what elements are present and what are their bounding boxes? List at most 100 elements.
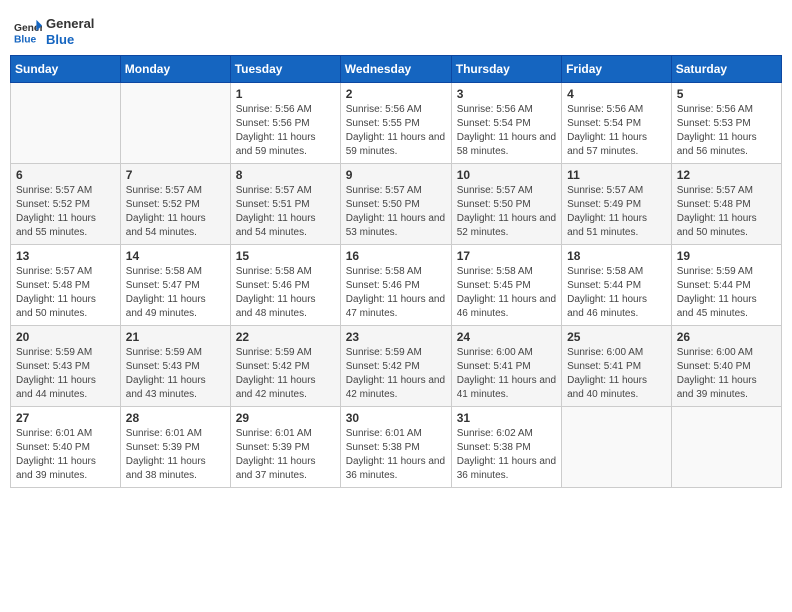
calendar-cell: 11Sunrise: 5:57 AM Sunset: 5:49 PM Dayli… [562,164,672,245]
day-info: Sunrise: 5:56 AM Sunset: 5:53 PM Dayligh… [677,103,776,159]
calendar-cell: 12 Sunrise: 5:57 AM Sunset: 5:48 PM Dayli… [671,164,781,245]
calendar-cell: 19 Sunrise: 5:59 AM Sunset: 5:44 PM Dayli… [671,245,781,326]
page-header: General Blue General Blue [10,10,782,47]
weekday-header-friday: Friday [562,56,672,83]
calendar-table: SundayMondayTuesdayWednesdayThursdayFrid… [10,55,782,488]
day-number: 3 [457,87,556,101]
day-info: Sunrise: 5:58 AM Sunset: 5:46 PM Dayligh… [236,265,335,321]
calendar-cell [11,83,121,164]
day-number: 28 [126,411,225,425]
day-info: Sunrise: 5:59 AM Sunset: 5:44 PM Dayligh… [677,265,776,321]
weekday-header-monday: Monday [120,56,230,83]
calendar-cell: 23Sunrise: 5:59 AM Sunset: 5:42 PM Dayli… [340,326,451,407]
day-info: Sunrise: 5:58 AM Sunset: 5:47 PM Dayligh… [126,265,225,321]
calendar-cell [120,83,230,164]
calendar-cell: 18 Sunrise: 5:58 AM Sunset: 5:44 PM Dayli… [562,245,672,326]
calendar-cell: 4 Sunrise: 5:56 AM Sunset: 5:54 PM Daylig… [562,83,672,164]
day-number: 15 [236,249,335,263]
day-number: 1 [236,87,335,101]
calendar-cell: 30 Sunrise: 6:01 AM Sunset: 5:38 PM Dayli… [340,407,451,488]
calendar-cell: 27 Sunrise: 6:01 AM Sunset: 5:40 PM Dayli… [11,407,121,488]
day-info: Sunrise: 6:00 AM Sunset: 5:40 PM Dayligh… [677,346,776,402]
day-number: 6 [16,168,115,182]
day-info: Sunrise: 6:01 AM Sunset: 5:39 PM Dayligh… [236,427,335,483]
weekday-header-tuesday: Tuesday [230,56,340,83]
day-number: 18 [567,249,666,263]
day-info: Sunrise: 5:59 AM Sunset: 5:42 PM Dayligh… [236,346,335,402]
day-info: Sunrise: 6:01 AM Sunset: 5:40 PM Dayligh… [16,427,115,483]
weekday-header-thursday: Thursday [451,56,561,83]
calendar-week-row: 13 Sunrise: 5:57 AM Sunset: 5:48 PM Dayli… [11,245,782,326]
day-number: 10 [457,168,556,182]
day-number: 12 [677,168,776,182]
calendar-week-row: 1Sunrise: 5:56 AM Sunset: 5:56 PM Daylig… [11,83,782,164]
logo-text-general: General [46,16,94,32]
day-info: Sunrise: 5:56 AM Sunset: 5:54 PM Dayligh… [457,103,556,159]
calendar-cell [671,407,781,488]
day-number: 2 [346,87,446,101]
calendar-week-row: 27 Sunrise: 6:01 AM Sunset: 5:40 PM Dayli… [11,407,782,488]
day-info: Sunrise: 5:56 AM Sunset: 5:54 PM Dayligh… [567,103,666,159]
logo-icon: General Blue [14,18,42,46]
day-info: Sunrise: 5:57 AM Sunset: 5:50 PM Dayligh… [457,184,556,240]
calendar-cell: 15 Sunrise: 5:58 AM Sunset: 5:46 PM Dayli… [230,245,340,326]
calendar-week-row: 6 Sunrise: 5:57 AM Sunset: 5:52 PM Daylig… [11,164,782,245]
day-number: 13 [16,249,115,263]
calendar-cell: 2 Sunrise: 5:56 AM Sunset: 5:55 PM Daylig… [340,83,451,164]
calendar-cell: 9Sunrise: 5:57 AM Sunset: 5:50 PM Daylig… [340,164,451,245]
day-number: 22 [236,330,335,344]
day-info: Sunrise: 6:01 AM Sunset: 5:38 PM Dayligh… [346,427,446,483]
day-info: Sunrise: 5:58 AM Sunset: 5:44 PM Dayligh… [567,265,666,321]
day-number: 4 [567,87,666,101]
calendar-cell: 1Sunrise: 5:56 AM Sunset: 5:56 PM Daylig… [230,83,340,164]
day-number: 24 [457,330,556,344]
day-number: 26 [677,330,776,344]
day-number: 8 [236,168,335,182]
weekday-header-wednesday: Wednesday [340,56,451,83]
weekday-header-saturday: Saturday [671,56,781,83]
calendar-body: 1Sunrise: 5:56 AM Sunset: 5:56 PM Daylig… [11,83,782,488]
day-number: 31 [457,411,556,425]
calendar-cell: 8 Sunrise: 5:57 AM Sunset: 5:51 PM Daylig… [230,164,340,245]
calendar-cell: 22 Sunrise: 5:59 AM Sunset: 5:42 PM Dayli… [230,326,340,407]
calendar-cell: 31 Sunrise: 6:02 AM Sunset: 5:38 PM Dayli… [451,407,561,488]
day-info: Sunrise: 6:01 AM Sunset: 5:39 PM Dayligh… [126,427,225,483]
day-info: Sunrise: 6:00 AM Sunset: 5:41 PM Dayligh… [457,346,556,402]
day-info: Sunrise: 5:59 AM Sunset: 5:43 PM Dayligh… [126,346,225,402]
day-info: Sunrise: 5:57 AM Sunset: 5:48 PM Dayligh… [677,184,776,240]
calendar-cell: 7 Sunrise: 5:57 AM Sunset: 5:52 PM Daylig… [120,164,230,245]
calendar-cell: 13 Sunrise: 5:57 AM Sunset: 5:48 PM Dayli… [11,245,121,326]
day-info: Sunrise: 6:02 AM Sunset: 5:38 PM Dayligh… [457,427,556,483]
calendar-header: SundayMondayTuesdayWednesdayThursdayFrid… [11,56,782,83]
calendar-cell: 10 Sunrise: 5:57 AM Sunset: 5:50 PM Dayli… [451,164,561,245]
day-info: Sunrise: 5:57 AM Sunset: 5:51 PM Dayligh… [236,184,335,240]
calendar-cell: 20 Sunrise: 5:59 AM Sunset: 5:43 PM Dayli… [11,326,121,407]
day-info: Sunrise: 5:59 AM Sunset: 5:43 PM Dayligh… [16,346,115,402]
day-info: Sunrise: 5:57 AM Sunset: 5:50 PM Dayligh… [346,184,446,240]
day-number: 19 [677,249,776,263]
day-number: 25 [567,330,666,344]
calendar-cell: 25Sunrise: 6:00 AM Sunset: 5:41 PM Dayli… [562,326,672,407]
day-number: 20 [16,330,115,344]
calendar-cell: 3 Sunrise: 5:56 AM Sunset: 5:54 PM Daylig… [451,83,561,164]
day-number: 11 [567,168,666,182]
calendar-cell: 16Sunrise: 5:58 AM Sunset: 5:46 PM Dayli… [340,245,451,326]
calendar-cell: 14 Sunrise: 5:58 AM Sunset: 5:47 PM Dayli… [120,245,230,326]
day-info: Sunrise: 5:57 AM Sunset: 5:52 PM Dayligh… [126,184,225,240]
day-info: Sunrise: 5:58 AM Sunset: 5:46 PM Dayligh… [346,265,446,321]
day-info: Sunrise: 5:57 AM Sunset: 5:48 PM Dayligh… [16,265,115,321]
day-info: Sunrise: 5:56 AM Sunset: 5:55 PM Dayligh… [346,103,446,159]
calendar-cell: 6Sunrise: 5:57 AM Sunset: 5:52 PM Daylig… [11,164,121,245]
calendar-cell: 5 Sunrise: 5:56 AM Sunset: 5:53 PM Daylig… [671,83,781,164]
calendar-cell: 26 Sunrise: 6:00 AM Sunset: 5:40 PM Dayli… [671,326,781,407]
weekday-header-sunday: Sunday [11,56,121,83]
day-number: 21 [126,330,225,344]
day-number: 30 [346,411,446,425]
day-number: 14 [126,249,225,263]
calendar-cell: 29Sunrise: 6:01 AM Sunset: 5:39 PM Dayli… [230,407,340,488]
day-number: 5 [677,87,776,101]
logo-text-blue: Blue [46,32,94,48]
calendar-cell [562,407,672,488]
day-number: 27 [16,411,115,425]
day-number: 7 [126,168,225,182]
